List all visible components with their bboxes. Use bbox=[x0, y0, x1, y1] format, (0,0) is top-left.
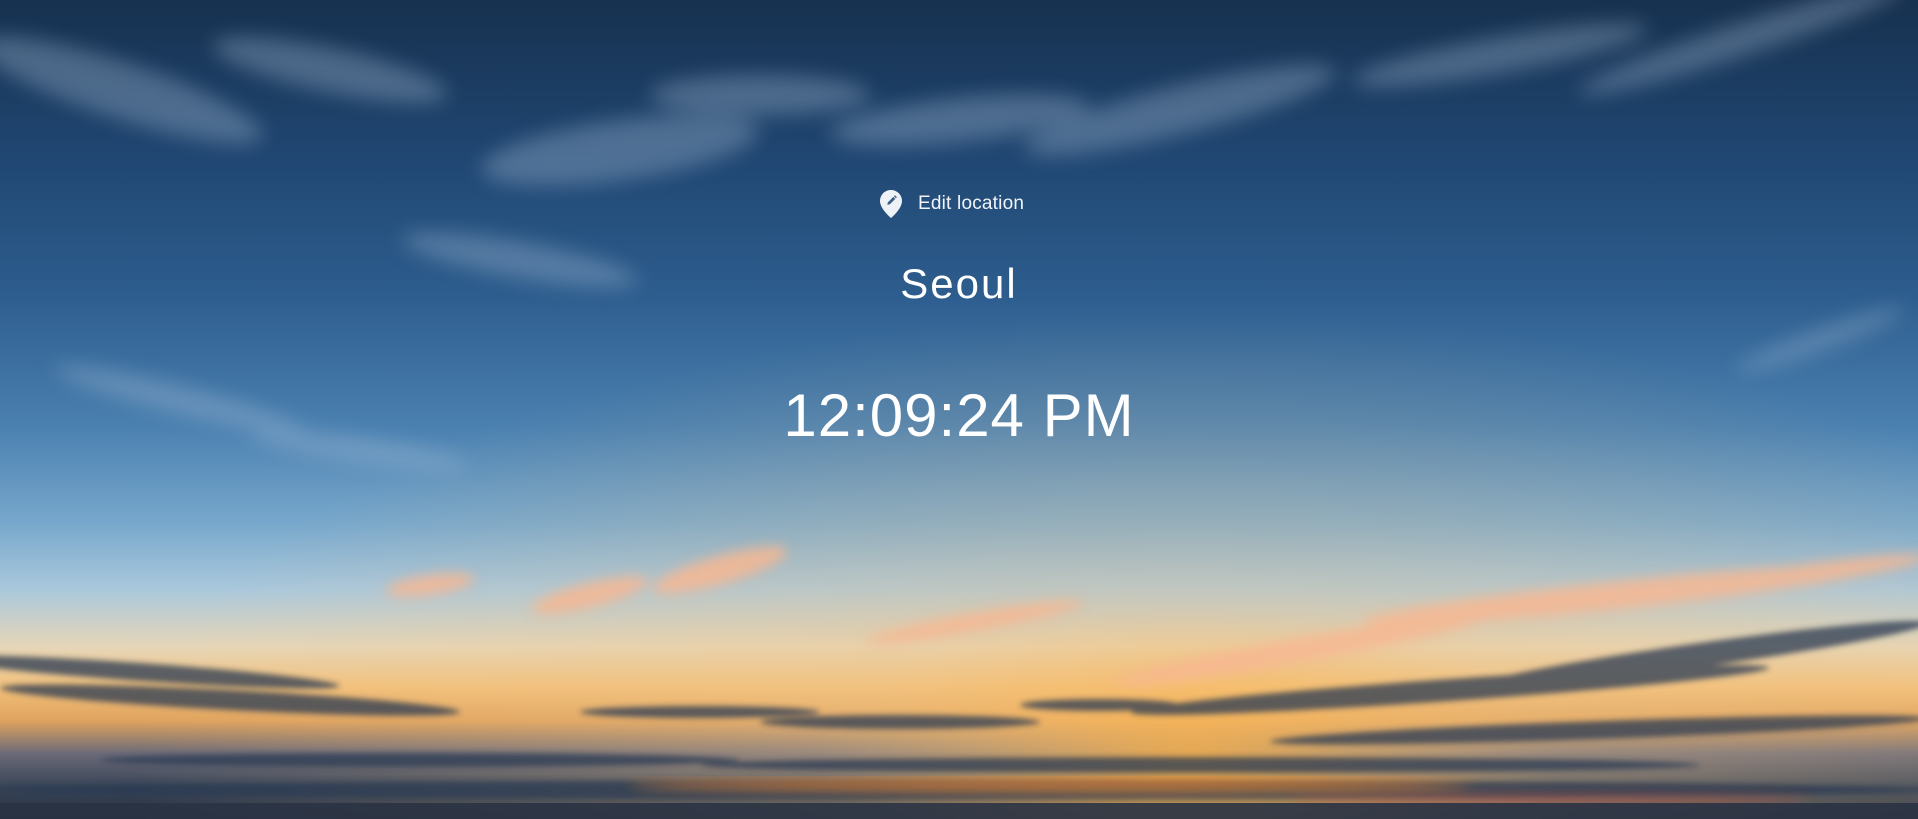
location-pin-edit-icon bbox=[880, 190, 902, 218]
app-screen: Edit location Seoul 12:09:24 PM bbox=[0, 0, 1918, 819]
clock-time: 12:09:24 PM bbox=[783, 382, 1135, 449]
city-name: Seoul bbox=[900, 260, 1018, 307]
edit-location-button[interactable]: Edit location bbox=[872, 184, 1036, 224]
edit-location-label: Edit location bbox=[918, 193, 1025, 214]
clock-overlay: Edit location Seoul 12:09:24 PM bbox=[0, 0, 1918, 819]
